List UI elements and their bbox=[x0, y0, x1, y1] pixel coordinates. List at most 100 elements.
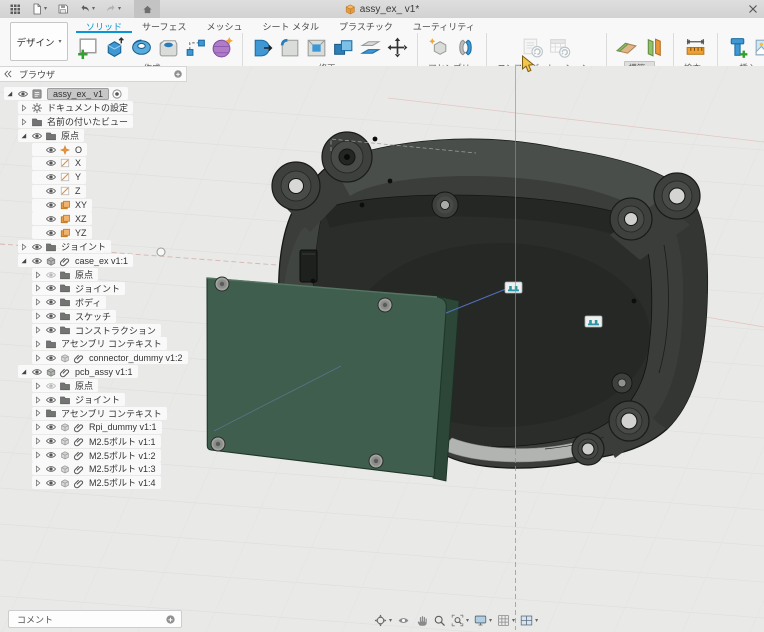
hole-icon[interactable] bbox=[156, 35, 181, 60]
browser-row[interactable]: スケッチ bbox=[0, 309, 195, 323]
browser-item-label[interactable]: case_ex v1:1 bbox=[75, 256, 128, 266]
browser-row[interactable]: connector_dummy v1:2 bbox=[0, 351, 195, 365]
insert-canvas-icon[interactable] bbox=[752, 35, 764, 60]
tab-inactive[interactable]: シート メタル bbox=[253, 18, 330, 33]
browser-item-label[interactable]: ジョイント bbox=[75, 393, 120, 406]
visibility-eye-icon[interactable] bbox=[45, 227, 57, 239]
move-icon[interactable] bbox=[385, 35, 410, 60]
browser-row[interactable]: ボディ bbox=[0, 295, 195, 309]
browser-row[interactable]: case_ex v1:1 bbox=[0, 254, 195, 268]
browser-item-label[interactable]: Rpi_dummy v1:1 bbox=[89, 422, 157, 432]
sketch-create-icon[interactable] bbox=[75, 35, 100, 60]
display-tool[interactable]: ▾ bbox=[474, 614, 492, 627]
expand-arrow-icon[interactable] bbox=[33, 478, 43, 488]
visibility-eye-icon[interactable] bbox=[45, 310, 57, 322]
app-grid-icon[interactable] bbox=[6, 0, 24, 18]
visibility-eye-icon[interactable] bbox=[45, 199, 57, 211]
browser-item-label[interactable]: アセンブリ コンテキスト bbox=[61, 407, 162, 420]
press-pull-icon[interactable] bbox=[250, 35, 275, 60]
new-component-icon[interactable] bbox=[426, 35, 451, 60]
browser-row[interactable]: 原点 bbox=[0, 379, 195, 393]
browser-row[interactable]: YZ bbox=[0, 226, 195, 240]
browser-row[interactable]: ジョイント bbox=[0, 393, 195, 407]
browser-item-label[interactable]: 原点 bbox=[75, 379, 93, 392]
browser-item-label[interactable]: YZ bbox=[75, 228, 87, 238]
expand-arrow-icon[interactable] bbox=[33, 422, 43, 432]
pcb-model[interactable] bbox=[207, 277, 459, 481]
offset-face-icon[interactable] bbox=[358, 35, 383, 60]
visibility-eye-icon[interactable] bbox=[31, 241, 43, 253]
home-tab[interactable] bbox=[134, 0, 160, 18]
comment-bar[interactable]: コメント bbox=[8, 610, 182, 628]
expand-arrow-icon[interactable] bbox=[19, 256, 29, 266]
browser-item-label[interactable]: ジョイント bbox=[75, 282, 120, 295]
visibility-eye-icon[interactable] bbox=[45, 282, 57, 294]
browser-row[interactable]: M2.5ボルト v1:2 bbox=[0, 448, 195, 462]
visibility-eye-icon[interactable] bbox=[45, 269, 57, 281]
viewport-3d[interactable]: ブラウザ assy_ex_ v1ドキュメントの設定名前の付いたビュー原点OXYZ… bbox=[0, 66, 764, 632]
browser-item-label[interactable]: ボディ bbox=[75, 296, 101, 309]
browser-row[interactable]: ジョイント bbox=[0, 240, 195, 254]
expand-arrow-icon[interactable] bbox=[33, 283, 43, 293]
browser-row[interactable]: M2.5ボルト v1:4 bbox=[0, 476, 195, 490]
file-menu-icon[interactable]: ▾ bbox=[28, 0, 50, 18]
browser-row[interactable]: XY bbox=[0, 198, 195, 212]
browser-row[interactable]: Z bbox=[0, 184, 195, 198]
visibility-eye-icon[interactable] bbox=[45, 380, 57, 392]
expand-arrow-icon[interactable] bbox=[33, 464, 43, 474]
visibility-eye-icon[interactable] bbox=[31, 130, 43, 142]
joint-icon[interactable] bbox=[453, 35, 478, 60]
comment-expand-icon[interactable] bbox=[165, 614, 181, 625]
expand-arrow-icon[interactable] bbox=[19, 103, 29, 113]
browser-item-label[interactable]: connector_dummy v1:2 bbox=[89, 353, 183, 363]
undo-icon[interactable]: ▾ bbox=[76, 0, 98, 18]
browser-row[interactable]: M2.5ボルト v1:3 bbox=[0, 462, 195, 476]
visibility-eye-icon[interactable] bbox=[45, 213, 57, 225]
visibility-eye-icon[interactable] bbox=[45, 324, 57, 336]
close-document-button[interactable] bbox=[746, 2, 760, 16]
browser-item-label[interactable]: 原点 bbox=[61, 129, 79, 142]
browser-row[interactable]: アセンブリ コンテキスト bbox=[0, 406, 195, 420]
visibility-eye-icon[interactable] bbox=[45, 449, 57, 461]
tab-inactive[interactable]: メッシュ bbox=[196, 18, 252, 33]
visibility-eye-icon[interactable] bbox=[45, 463, 57, 475]
expand-arrow-icon[interactable] bbox=[5, 89, 15, 99]
panel-options-icon[interactable] bbox=[170, 69, 186, 79]
expand-arrow-icon[interactable] bbox=[33, 408, 43, 418]
tab-active[interactable]: ソリッド bbox=[76, 18, 132, 33]
browser-row[interactable]: ドキュメントの設定 bbox=[0, 101, 195, 115]
expand-arrow-icon[interactable] bbox=[19, 242, 29, 252]
browser-row[interactable]: Rpi_dummy v1:1 bbox=[0, 420, 195, 434]
visibility-eye-icon[interactable] bbox=[45, 421, 57, 433]
visibility-eye-icon[interactable] bbox=[45, 477, 57, 489]
fit-tool[interactable]: ▾ bbox=[451, 614, 469, 627]
form-icon[interactable] bbox=[210, 35, 235, 60]
measure-icon[interactable] bbox=[683, 35, 708, 60]
expand-arrow-icon[interactable] bbox=[33, 311, 43, 321]
orbit-tool[interactable]: ▾ bbox=[374, 614, 392, 627]
browser-item-label[interactable]: pcb_assy v1:1 bbox=[75, 367, 133, 377]
visibility-eye-icon[interactable] bbox=[45, 394, 57, 406]
construct-axis-icon[interactable] bbox=[641, 35, 666, 60]
save-icon[interactable] bbox=[54, 0, 72, 18]
construct-plane-icon[interactable] bbox=[614, 35, 639, 60]
browser-row[interactable]: 名前の付いたビュー bbox=[0, 115, 195, 129]
browser-item-label[interactable]: M2.5ボルト v1:1 bbox=[89, 435, 156, 448]
browser-item-label[interactable]: Y bbox=[75, 172, 81, 182]
expand-arrow-icon[interactable] bbox=[19, 117, 29, 127]
browser-row[interactable]: XZ bbox=[0, 212, 195, 226]
extrude-icon[interactable] bbox=[102, 35, 127, 60]
fillet-icon[interactable] bbox=[277, 35, 302, 60]
expand-arrow-icon[interactable] bbox=[33, 325, 43, 335]
visibility-eye-icon[interactable] bbox=[45, 171, 57, 183]
document-tab[interactable]: assy_ex_ v1* bbox=[345, 0, 419, 18]
browser-item-label[interactable]: X bbox=[75, 158, 81, 168]
expand-arrow-icon[interactable] bbox=[33, 395, 43, 405]
viewports-tool[interactable]: ▾ bbox=[520, 614, 538, 627]
browser-item-label[interactable]: 原点 bbox=[75, 268, 93, 281]
pattern-icon[interactable] bbox=[183, 35, 208, 60]
browser-item-label[interactable]: Z bbox=[75, 186, 81, 196]
pan-tool[interactable] bbox=[415, 614, 428, 627]
shell-icon[interactable] bbox=[304, 35, 329, 60]
browser-row[interactable]: アセンブリ コンテキスト bbox=[0, 337, 195, 351]
